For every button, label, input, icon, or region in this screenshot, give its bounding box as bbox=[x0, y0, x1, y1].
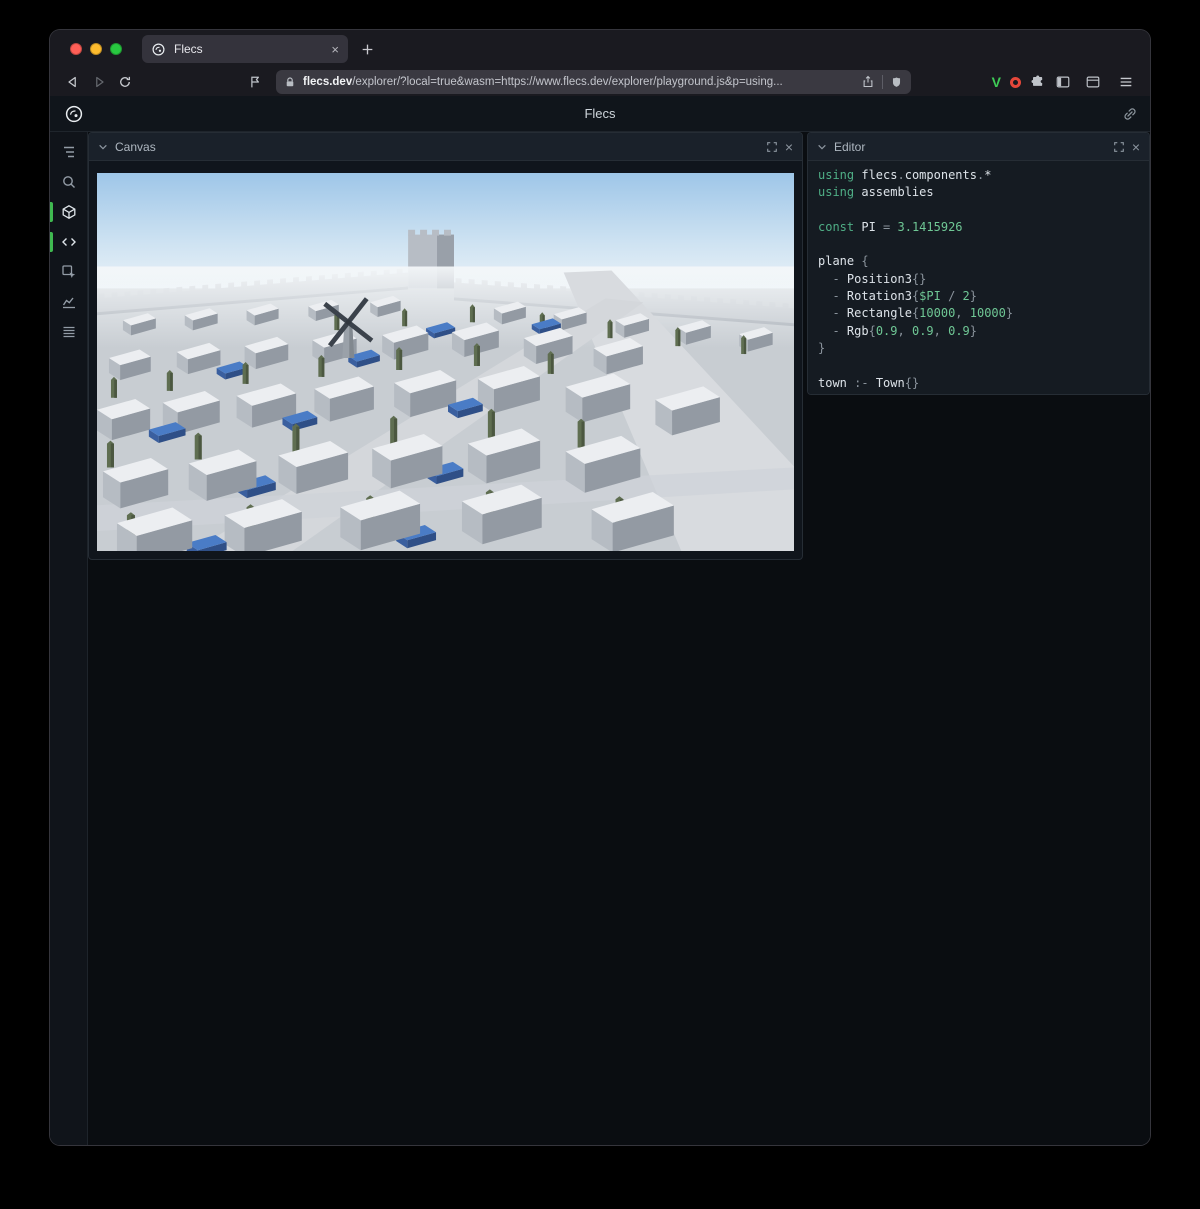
bookmark-flag-icon[interactable] bbox=[242, 70, 268, 94]
url-path: /explorer/?local=true&wasm=https://www.f… bbox=[352, 76, 783, 88]
navigation-bar: flecs.dev/explorer/?local=true&wasm=http… bbox=[50, 68, 1150, 96]
share-icon[interactable] bbox=[861, 75, 875, 89]
sidebar-rail bbox=[50, 132, 88, 1145]
cube-icon bbox=[61, 204, 77, 220]
chevron-down-icon[interactable] bbox=[98, 143, 108, 151]
puzzle-extensions-icon[interactable] bbox=[1030, 74, 1046, 90]
tab-bar: Flecs × bbox=[50, 30, 1150, 68]
editor-panel: Editor × using flecs.components.*using a… bbox=[807, 132, 1150, 395]
canvas-panel-header: Canvas × bbox=[89, 133, 802, 161]
shield-icon[interactable] bbox=[890, 76, 903, 89]
sidebar-inspect-button[interactable] bbox=[50, 258, 88, 286]
sidebar-stats-button[interactable] bbox=[50, 288, 88, 316]
url-text: flecs.dev/explorer/?local=true&wasm=http… bbox=[303, 76, 854, 88]
chevron-down-icon[interactable] bbox=[817, 143, 827, 151]
flecs-favicon-icon bbox=[151, 42, 166, 57]
reload-button[interactable] bbox=[112, 70, 138, 94]
back-button[interactable] bbox=[60, 70, 86, 94]
close-icon[interactable]: × bbox=[785, 140, 793, 154]
sidebar-canvas-button[interactable] bbox=[50, 198, 88, 226]
urlbar-divider bbox=[882, 75, 883, 89]
sidebar-entities-button[interactable] bbox=[50, 138, 88, 166]
code-icon bbox=[61, 234, 77, 250]
toolbar-extensions: V bbox=[992, 74, 1140, 90]
expand-icon[interactable] bbox=[766, 141, 778, 153]
minimize-button[interactable] bbox=[90, 43, 102, 55]
flecs-explorer-app: Flecs bbox=[50, 96, 1150, 1145]
canvas-3d-scene[interactable] bbox=[97, 173, 794, 551]
app-header: Flecs bbox=[50, 96, 1150, 132]
sidebar-queries-button[interactable] bbox=[50, 318, 88, 346]
stats-icon bbox=[61, 294, 77, 310]
close-button[interactable] bbox=[70, 43, 82, 55]
canvas-panel-title: Canvas bbox=[115, 140, 759, 154]
inspect-icon bbox=[61, 264, 77, 280]
sidebar-editor-button[interactable] bbox=[50, 228, 88, 256]
forward-button[interactable] bbox=[86, 70, 112, 94]
menu-hamburger-icon[interactable] bbox=[1118, 74, 1134, 90]
tab-manager-icon[interactable] bbox=[1085, 74, 1101, 90]
zoom-button[interactable] bbox=[110, 43, 122, 55]
work-area: Canvas × bbox=[88, 132, 1150, 1145]
link-icon[interactable] bbox=[1122, 106, 1138, 127]
canvas-panel: Canvas × bbox=[88, 132, 803, 560]
sidebar-search-button[interactable] bbox=[50, 168, 88, 196]
close-icon[interactable]: × bbox=[1132, 140, 1140, 154]
traffic-lights bbox=[50, 43, 138, 55]
editor-code[interactable]: using flecs.components.*using assemblies… bbox=[808, 161, 1149, 394]
editor-panel-header: Editor × bbox=[808, 133, 1149, 161]
tab-close-icon[interactable]: × bbox=[331, 43, 339, 56]
lock-icon[interactable] bbox=[284, 76, 296, 88]
browser-window: Flecs × f bbox=[50, 30, 1150, 1145]
url-domain: flecs.dev bbox=[303, 76, 352, 88]
expand-icon[interactable] bbox=[1113, 141, 1125, 153]
page-title: Flecs bbox=[50, 106, 1150, 121]
editor-panel-title: Editor bbox=[834, 140, 1106, 154]
app-body: Canvas × bbox=[50, 132, 1150, 1145]
red-ring-extension-icon[interactable] bbox=[1010, 77, 1021, 88]
url-bar[interactable]: flecs.dev/explorer/?local=true&wasm=http… bbox=[276, 70, 911, 94]
new-tab-button[interactable] bbox=[360, 42, 375, 57]
tab-title: Flecs bbox=[174, 42, 323, 56]
sidebar-toggle-icon[interactable] bbox=[1055, 74, 1071, 90]
table-icon bbox=[61, 324, 77, 340]
vimium-v-icon[interactable]: V bbox=[992, 74, 1001, 90]
screen: Flecs × f bbox=[0, 0, 1200, 1209]
tree-icon bbox=[61, 144, 77, 160]
canvas-body bbox=[89, 161, 802, 559]
search-icon bbox=[61, 174, 77, 190]
browser-tab[interactable]: Flecs × bbox=[142, 35, 348, 63]
